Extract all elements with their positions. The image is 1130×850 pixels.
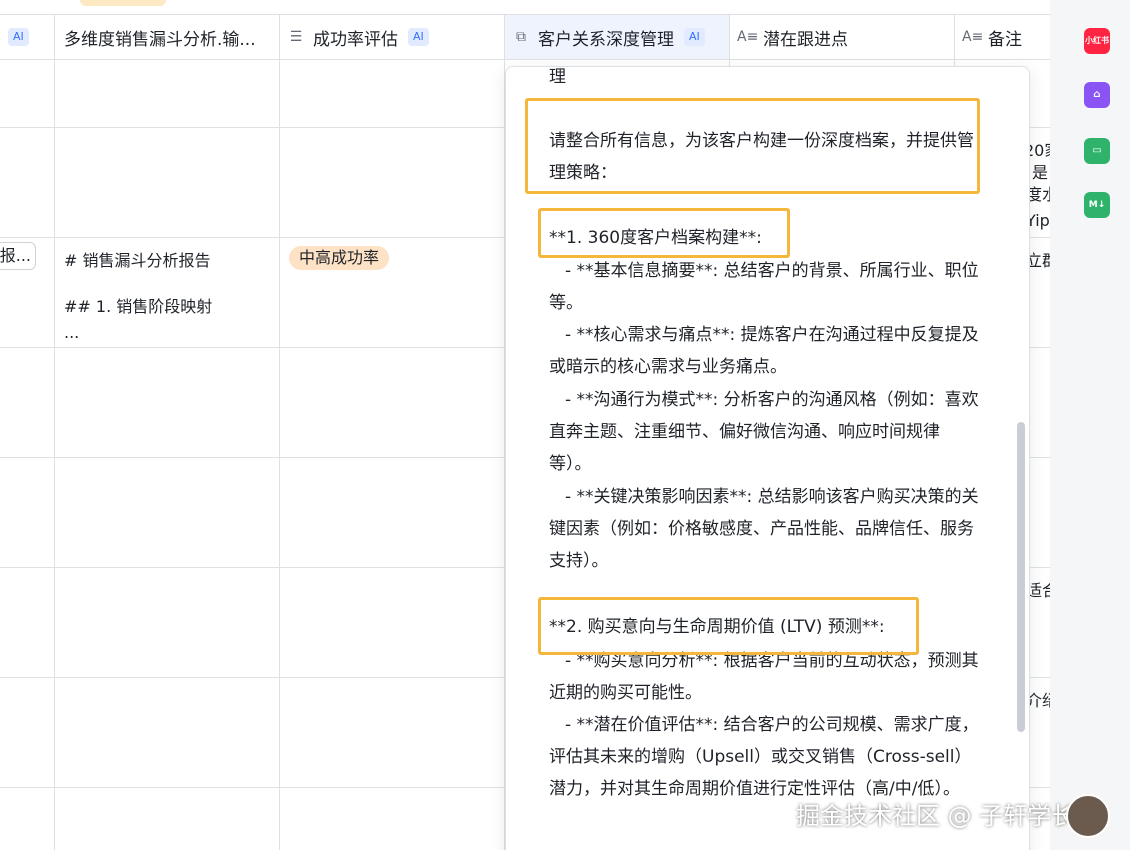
right-sidebar bbox=[1050, 0, 1130, 850]
list-icon: ☰ bbox=[289, 29, 303, 45]
list-item: - **核心需求与痛点**: 提炼客户在沟通过程中反复提及或暗示的核心需求与业务… bbox=[549, 325, 979, 377]
column-header-label: 成功率评估 bbox=[313, 29, 398, 50]
report-subheading[interactable]: ## 1. 销售阶段映射 bbox=[64, 296, 212, 318]
column-divider bbox=[54, 14, 55, 850]
cell-button[interactable]: 报... bbox=[0, 242, 36, 270]
xiaohongshu-icon[interactable]: 小红书 bbox=[1084, 28, 1110, 54]
markdown-icon[interactable]: M↓ bbox=[1084, 192, 1110, 218]
column-header-label: 客户关系深度管理 bbox=[538, 29, 674, 50]
watermark: 掘金技术社区 @ 子轩学长说 bbox=[796, 802, 1100, 830]
column-header-followup[interactable]: A≡ 潜在跟进点 bbox=[729, 14, 954, 60]
report-ellipsis: ... bbox=[64, 323, 80, 342]
popup-text: 理 bbox=[549, 67, 566, 87]
home-icon[interactable]: ⌂ bbox=[1084, 82, 1110, 108]
column-header-notes[interactable]: A≡ 备注 bbox=[954, 14, 1050, 60]
column-header-funnel[interactable]: 多维度销售漏斗分析.输... bbox=[54, 14, 279, 60]
column-header-0[interactable]: AI bbox=[0, 14, 54, 60]
calendar-icon[interactable]: ▭ bbox=[1084, 138, 1110, 164]
column-header-label: 潜在跟进点 bbox=[763, 29, 848, 50]
text-field-icon: A≡ bbox=[737, 29, 759, 45]
column-header-relationship[interactable]: ⧉ 客户关系深度管理 AI bbox=[504, 14, 729, 60]
header-strip bbox=[80, 0, 166, 6]
list-item: - **沟通行为模式**: 分析客户的沟通风格（例如：喜欢直奔主题、注重细节、偏… bbox=[549, 390, 979, 474]
ai-badge: AI bbox=[408, 28, 429, 46]
column-divider bbox=[279, 14, 280, 850]
data-table: AI 多维度销售漏斗分析.输... ☰ 成功率评估 AI ⧉ 客户关系深度管理 … bbox=[0, 0, 1050, 850]
column-header-label: 多维度销售漏斗分析.输... bbox=[64, 29, 256, 50]
success-rate-tag[interactable]: 中高成功率 bbox=[289, 246, 390, 270]
note-fragment: 是 bbox=[1032, 163, 1049, 182]
highlight-box bbox=[538, 597, 919, 655]
scrollbar-thumb[interactable] bbox=[1017, 422, 1025, 732]
text-field-icon: A≡ bbox=[962, 29, 984, 45]
ai-badge: AI bbox=[684, 28, 705, 46]
list-item: - **关键决策影响因素**: 总结影响该客户购买决策的关键因素（例如：价格敏感… bbox=[549, 487, 979, 571]
list-item: - **基本信息摘要**: 总结客户的背景、所属行业、职位等。 bbox=[549, 261, 979, 313]
report-heading[interactable]: # 销售漏斗分析报告 bbox=[64, 250, 211, 272]
list-item: - **潜在价值评估**: 结合客户的公司规模、需求广度，评估其未来的增购（Up… bbox=[549, 715, 979, 799]
expanded-cell-popup[interactable]: 理 请整合所有信息，为该客户构建一份深度档案，并提供管理策略： **1. 360… bbox=[505, 66, 1030, 850]
highlight-box bbox=[525, 98, 980, 194]
column-header-label: 备注 bbox=[988, 29, 1022, 50]
link-icon: ⧉ bbox=[516, 29, 526, 45]
ai-badge: AI bbox=[8, 28, 29, 46]
avatar bbox=[1066, 794, 1110, 838]
column-header-success-rate[interactable]: ☰ 成功率评估 AI bbox=[279, 14, 504, 60]
highlight-box bbox=[538, 208, 790, 258]
